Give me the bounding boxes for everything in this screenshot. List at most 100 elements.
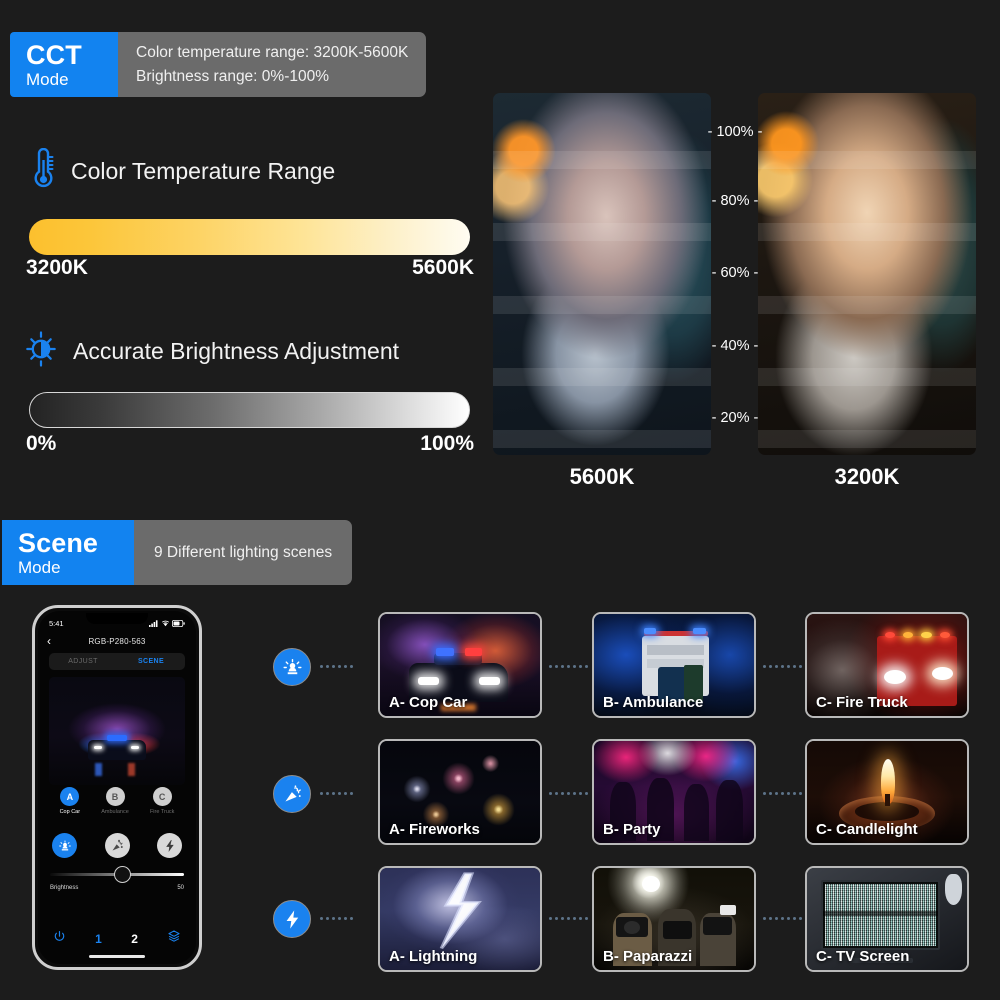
siren-icon[interactable] — [52, 833, 77, 858]
scene-card-ambulance[interactable]: B- Ambulance — [592, 612, 756, 718]
connector-dots — [549, 792, 588, 795]
status-bar-indicators — [149, 619, 185, 627]
scale-tick-80: - 80% - — [711, 193, 759, 209]
photo-3200k — [758, 93, 976, 455]
brightness-slider-label: Brightness — [50, 885, 79, 891]
brightness-percent-scale: - 100% - - 80% - - 60% - - 40% - - 20% - — [700, 110, 770, 450]
connector-dots — [320, 792, 353, 795]
row-icon-siren[interactable] — [273, 648, 311, 686]
phone-screen: 5:41 ‹ RGB-P280-563 ADJUST SCENE A Cop C… — [38, 611, 196, 964]
preset-b-label: Ambulance — [101, 809, 129, 815]
connector-dots — [763, 792, 802, 795]
photo-5600k — [493, 93, 711, 455]
scene-mode-tag: Scene Mode — [2, 520, 134, 586]
scene-card-fire-truck[interactable]: C- Fire Truck — [805, 612, 969, 718]
scene-card-label: C- Candlelight — [816, 821, 918, 838]
power-icon[interactable] — [53, 930, 66, 948]
preset-a[interactable]: A Cop Car — [60, 787, 80, 815]
phone-brightness-slider[interactable]: Brightness 50 — [50, 866, 184, 891]
tab-scene[interactable]: SCENE — [117, 653, 185, 670]
brightness-title: Accurate Brightness Adjustment — [73, 338, 399, 364]
cct-desc-line-2: Brightness range: 0%-100% — [136, 67, 330, 85]
layers-icon[interactable] — [167, 929, 181, 948]
scene-card-party[interactable]: B- Party — [592, 739, 756, 845]
connector-dots — [763, 665, 802, 668]
scene-mode-title: Scene — [18, 528, 99, 558]
cct-desc-line-1: Color temperature range: 3200K-5600K — [136, 43, 409, 61]
party-popper-icon[interactable] — [104, 833, 130, 858]
row-icon-party-popper[interactable] — [273, 775, 311, 813]
scene-card-label: A- Cop Car — [389, 694, 468, 711]
preset-b-badge: B — [105, 787, 125, 806]
preset-c-badge: C — [152, 787, 172, 806]
scene-mode-banner: Scene Mode 9 Different lighting scenes — [2, 520, 353, 586]
color-temperature-title: Color Temperature Range — [71, 158, 336, 184]
phone-scene-preview — [49, 677, 185, 785]
phone-preset-row: A Cop Car B Ambulance C Fire Truck — [49, 787, 185, 815]
preset-a-badge: A — [60, 787, 80, 806]
cellular-signal-icon — [149, 619, 158, 627]
scene-card-label: B- Ambulance — [603, 694, 704, 711]
cct-mode-tag: CCT Mode — [10, 32, 118, 98]
scene-card-paparazzi[interactable]: B- Paparazzi — [592, 866, 756, 972]
color-temperature-range-labels: 3200K 5600K — [26, 256, 474, 280]
home-indicator — [89, 955, 145, 958]
photo-label-5600k: 5600K — [569, 464, 635, 489]
scene-card-label: A- Fireworks — [389, 821, 480, 838]
brightness-gradient-bar — [29, 392, 470, 428]
scene-card-tv-screen[interactable]: C- TV Screen — [805, 866, 969, 972]
cct-mode-banner: CCT Mode Color temperature range: 3200K-… — [10, 32, 427, 98]
cct-mode-title: CCT — [26, 40, 82, 70]
brightness-bands-5600k — [493, 93, 711, 455]
scene-card-cop-car[interactable]: A- Cop Car — [378, 612, 542, 718]
battery-icon — [172, 619, 185, 627]
phone-tab-bar: ADJUST SCENE — [49, 653, 185, 670]
preset-a-label: Cop Car — [59, 809, 81, 815]
photo-label-3200k: 3200K — [834, 464, 900, 489]
brightness-slider-value: 50 — [177, 885, 184, 891]
nav-channel-2[interactable]: 2 — [131, 932, 138, 946]
cct-max-label: 5600K — [412, 256, 474, 279]
scene-card-label: A- Lightning — [389, 948, 478, 965]
phone-bottom-nav: 1 2 — [38, 929, 196, 948]
lightning-bolt-art-icon — [439, 872, 482, 950]
preset-c-label: Fire Truck — [149, 809, 175, 815]
cct-min-label: 3200K — [26, 256, 88, 279]
scene-mode-subtitle: Mode — [18, 557, 61, 577]
color-temperature-feature-header: Color Temperature Range — [26, 147, 336, 195]
brightness-icon — [24, 330, 58, 373]
tab-adjust[interactable]: ADJUST — [49, 653, 117, 670]
scene-card-label: B- Party — [603, 821, 661, 838]
scene-card-lightning[interactable]: A- Lightning — [378, 866, 542, 972]
scale-tick-100: - 100% - — [707, 124, 763, 140]
connector-dots — [549, 917, 588, 920]
brightness-range-labels: 0% 100% — [26, 432, 474, 456]
scene-card-fireworks[interactable]: A- Fireworks — [378, 739, 542, 845]
brightness-feature-header: Accurate Brightness Adjustment — [24, 330, 399, 373]
preset-b[interactable]: B Ambulance — [101, 787, 129, 815]
nav-channel-1[interactable]: 1 — [95, 932, 102, 946]
cct-mode-subtitle: Mode — [26, 69, 69, 89]
scene-mode-description: 9 Different lighting scenes — [134, 520, 353, 586]
scale-tick-40: - 40% - — [711, 338, 759, 354]
brightness-max-label: 100% — [420, 432, 474, 455]
scene-card-candlelight[interactable]: C- Candlelight — [805, 739, 969, 845]
wifi-icon — [161, 620, 169, 626]
cct-mode-description: Color temperature range: 3200K-5600K Bri… — [118, 32, 427, 98]
brightness-bands-3200k — [758, 93, 976, 455]
connector-dots — [549, 665, 588, 668]
scene-card-label: B- Paparazzi — [603, 948, 693, 965]
connector-dots — [763, 917, 802, 920]
brightness-slider-knob[interactable] — [114, 866, 132, 883]
color-temperature-gradient-bar — [29, 219, 470, 255]
phone-device-title: RGB-P280-563 — [88, 637, 146, 646]
scene-desc-text: 9 Different lighting scenes — [154, 543, 333, 561]
connector-dots — [320, 917, 353, 920]
preset-c[interactable]: C Fire Truck — [150, 787, 174, 815]
phone-mockup: 5:41 ‹ RGB-P280-563 ADJUST SCENE A Cop C… — [32, 605, 202, 970]
row-icon-lightning-bolt[interactable] — [273, 900, 311, 938]
status-bar-time: 5:41 — [49, 618, 64, 628]
phone-mode-icon-row — [52, 833, 182, 858]
lightning-bolt-icon[interactable] — [157, 833, 182, 858]
scene-card-label: C- Fire Truck — [816, 694, 908, 711]
